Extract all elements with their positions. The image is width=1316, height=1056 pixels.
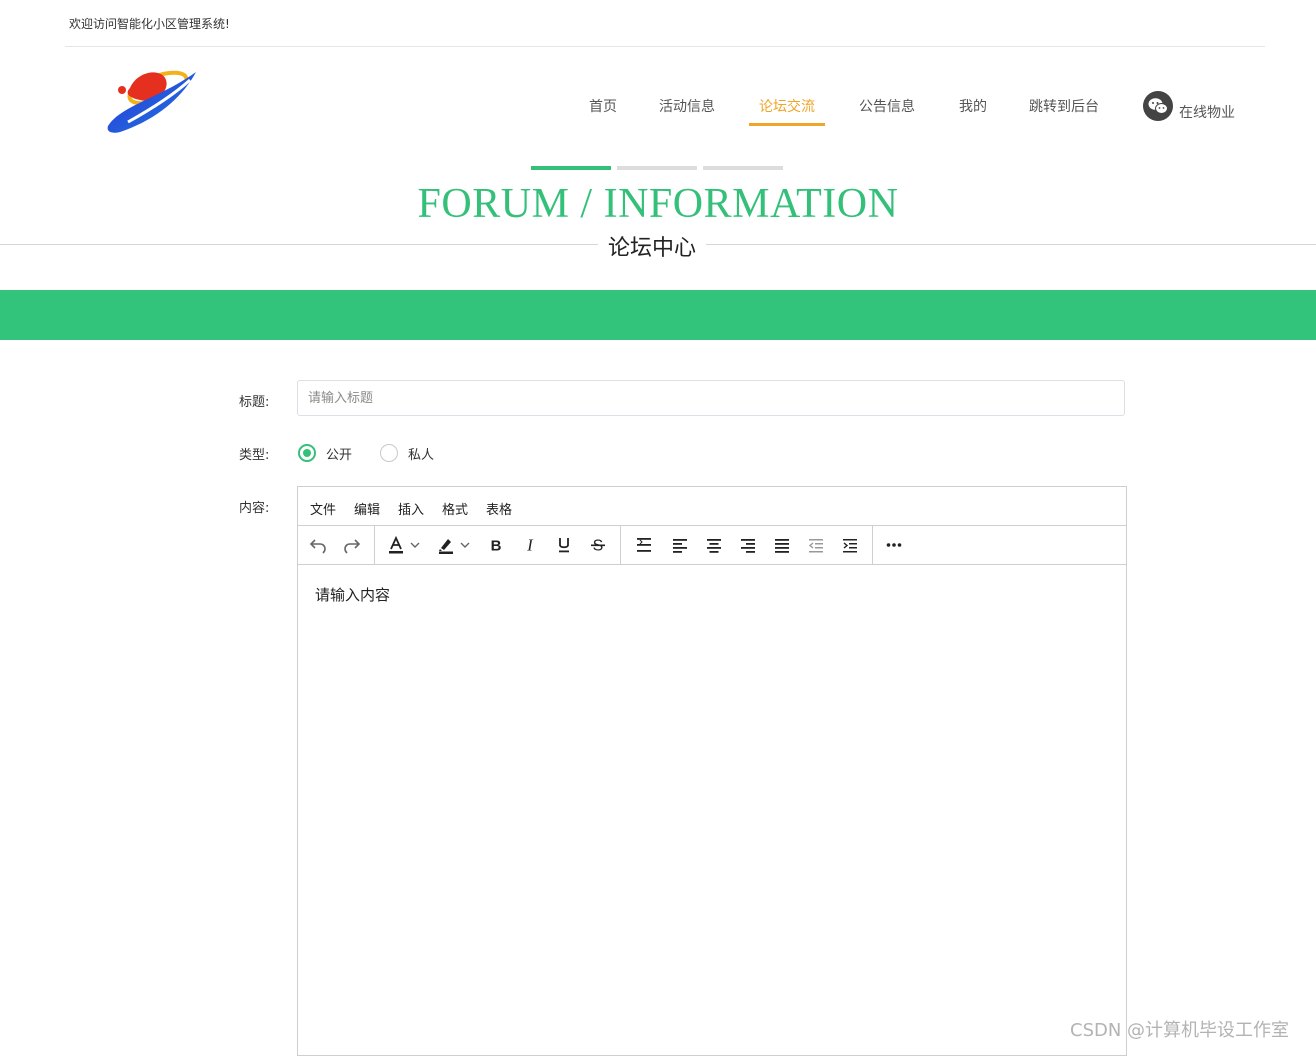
more-icon[interactable] [882, 534, 906, 556]
toolbar-separator [374, 526, 375, 564]
chevron-down-icon[interactable] [458, 534, 472, 556]
editor-toolbar: B I S [298, 526, 1126, 565]
svg-text:I: I [526, 536, 534, 555]
radio-label: 公开 [326, 447, 353, 463]
redo-icon[interactable] [340, 534, 364, 556]
watermark: CSDN @计算机毕设工作室 [1070, 1020, 1290, 1041]
green-banner [0, 290, 1316, 340]
title-input[interactable] [297, 380, 1125, 416]
welcome-text: 欢迎访问智能化小区管理系统! [69, 17, 230, 31]
type-radio-public[interactable]: 公开 [298, 442, 352, 464]
nav-announcements[interactable]: 公告信息 [859, 96, 915, 126]
type-label: 类型: [239, 448, 270, 463]
menu-table[interactable]: 表格 [486, 499, 512, 518]
undo-icon[interactable] [306, 534, 330, 556]
align-left-icon[interactable] [668, 534, 692, 556]
toolbar-separator [872, 526, 873, 564]
nav-forum[interactable]: 论坛交流 [749, 96, 825, 126]
editor-menubar: 文件 编辑 插入 格式 表格 [298, 487, 1126, 526]
align-center-icon[interactable] [702, 534, 726, 556]
menu-file[interactable]: 文件 [310, 499, 336, 518]
align-justify-icon[interactable] [770, 534, 794, 556]
title-label: 标题: [239, 395, 270, 410]
indicator-bar [703, 166, 783, 170]
content-label: 内容: [239, 501, 270, 516]
editor-placeholder: 请输入内容 [315, 586, 391, 604]
section-title-cn: 论坛中心 [598, 230, 707, 262]
nav-admin[interactable]: 跳转到后台 [1029, 96, 1099, 126]
indent-icon[interactable] [838, 534, 862, 556]
menu-edit[interactable]: 编辑 [354, 499, 380, 518]
section-title-en: FORUM / INFORMATION [417, 181, 899, 227]
type-radio-private[interactable]: 私人 [380, 442, 434, 464]
online-service-link[interactable]: 在线物业 [1179, 102, 1235, 122]
rich-text-editor: 文件 编辑 插入 格式 表格 B I 请输入内容 [297, 486, 1127, 1056]
radio-checked-icon [298, 444, 316, 462]
nav-home[interactable]: 首页 [589, 96, 617, 126]
chevron-down-icon[interactable] [408, 534, 422, 556]
radio-label: 私人 [408, 447, 435, 463]
radio-unchecked-icon [380, 444, 398, 462]
bold-icon[interactable]: B [484, 534, 508, 556]
wechat-icon[interactable] [1143, 91, 1173, 121]
outdent-icon[interactable] [804, 534, 828, 556]
italic-icon[interactable]: I [518, 534, 542, 556]
toolbar-separator [620, 526, 621, 564]
nav-mine[interactable]: 我的 [959, 96, 987, 126]
indicator-bar [617, 166, 697, 170]
menu-insert[interactable]: 插入 [398, 499, 424, 518]
site-logo[interactable] [100, 58, 205, 140]
line-height-icon[interactable] [632, 534, 656, 556]
editor-content-area[interactable]: 请输入内容 [298, 565, 1126, 1055]
highlight-color-icon[interactable] [434, 534, 458, 556]
top-bar: 欢迎访问智能化小区管理系统! [65, 0, 1265, 47]
align-right-icon[interactable] [736, 534, 760, 556]
nav-active-underline [749, 123, 825, 126]
menu-format[interactable]: 格式 [442, 499, 468, 518]
nav-activities[interactable]: 活动信息 [659, 96, 715, 126]
underline-icon[interactable] [552, 534, 576, 556]
strikethrough-icon[interactable]: S [586, 534, 610, 556]
svg-text:B: B [491, 538, 502, 555]
indicator-bar-active [531, 166, 611, 170]
text-color-icon[interactable] [384, 534, 408, 556]
